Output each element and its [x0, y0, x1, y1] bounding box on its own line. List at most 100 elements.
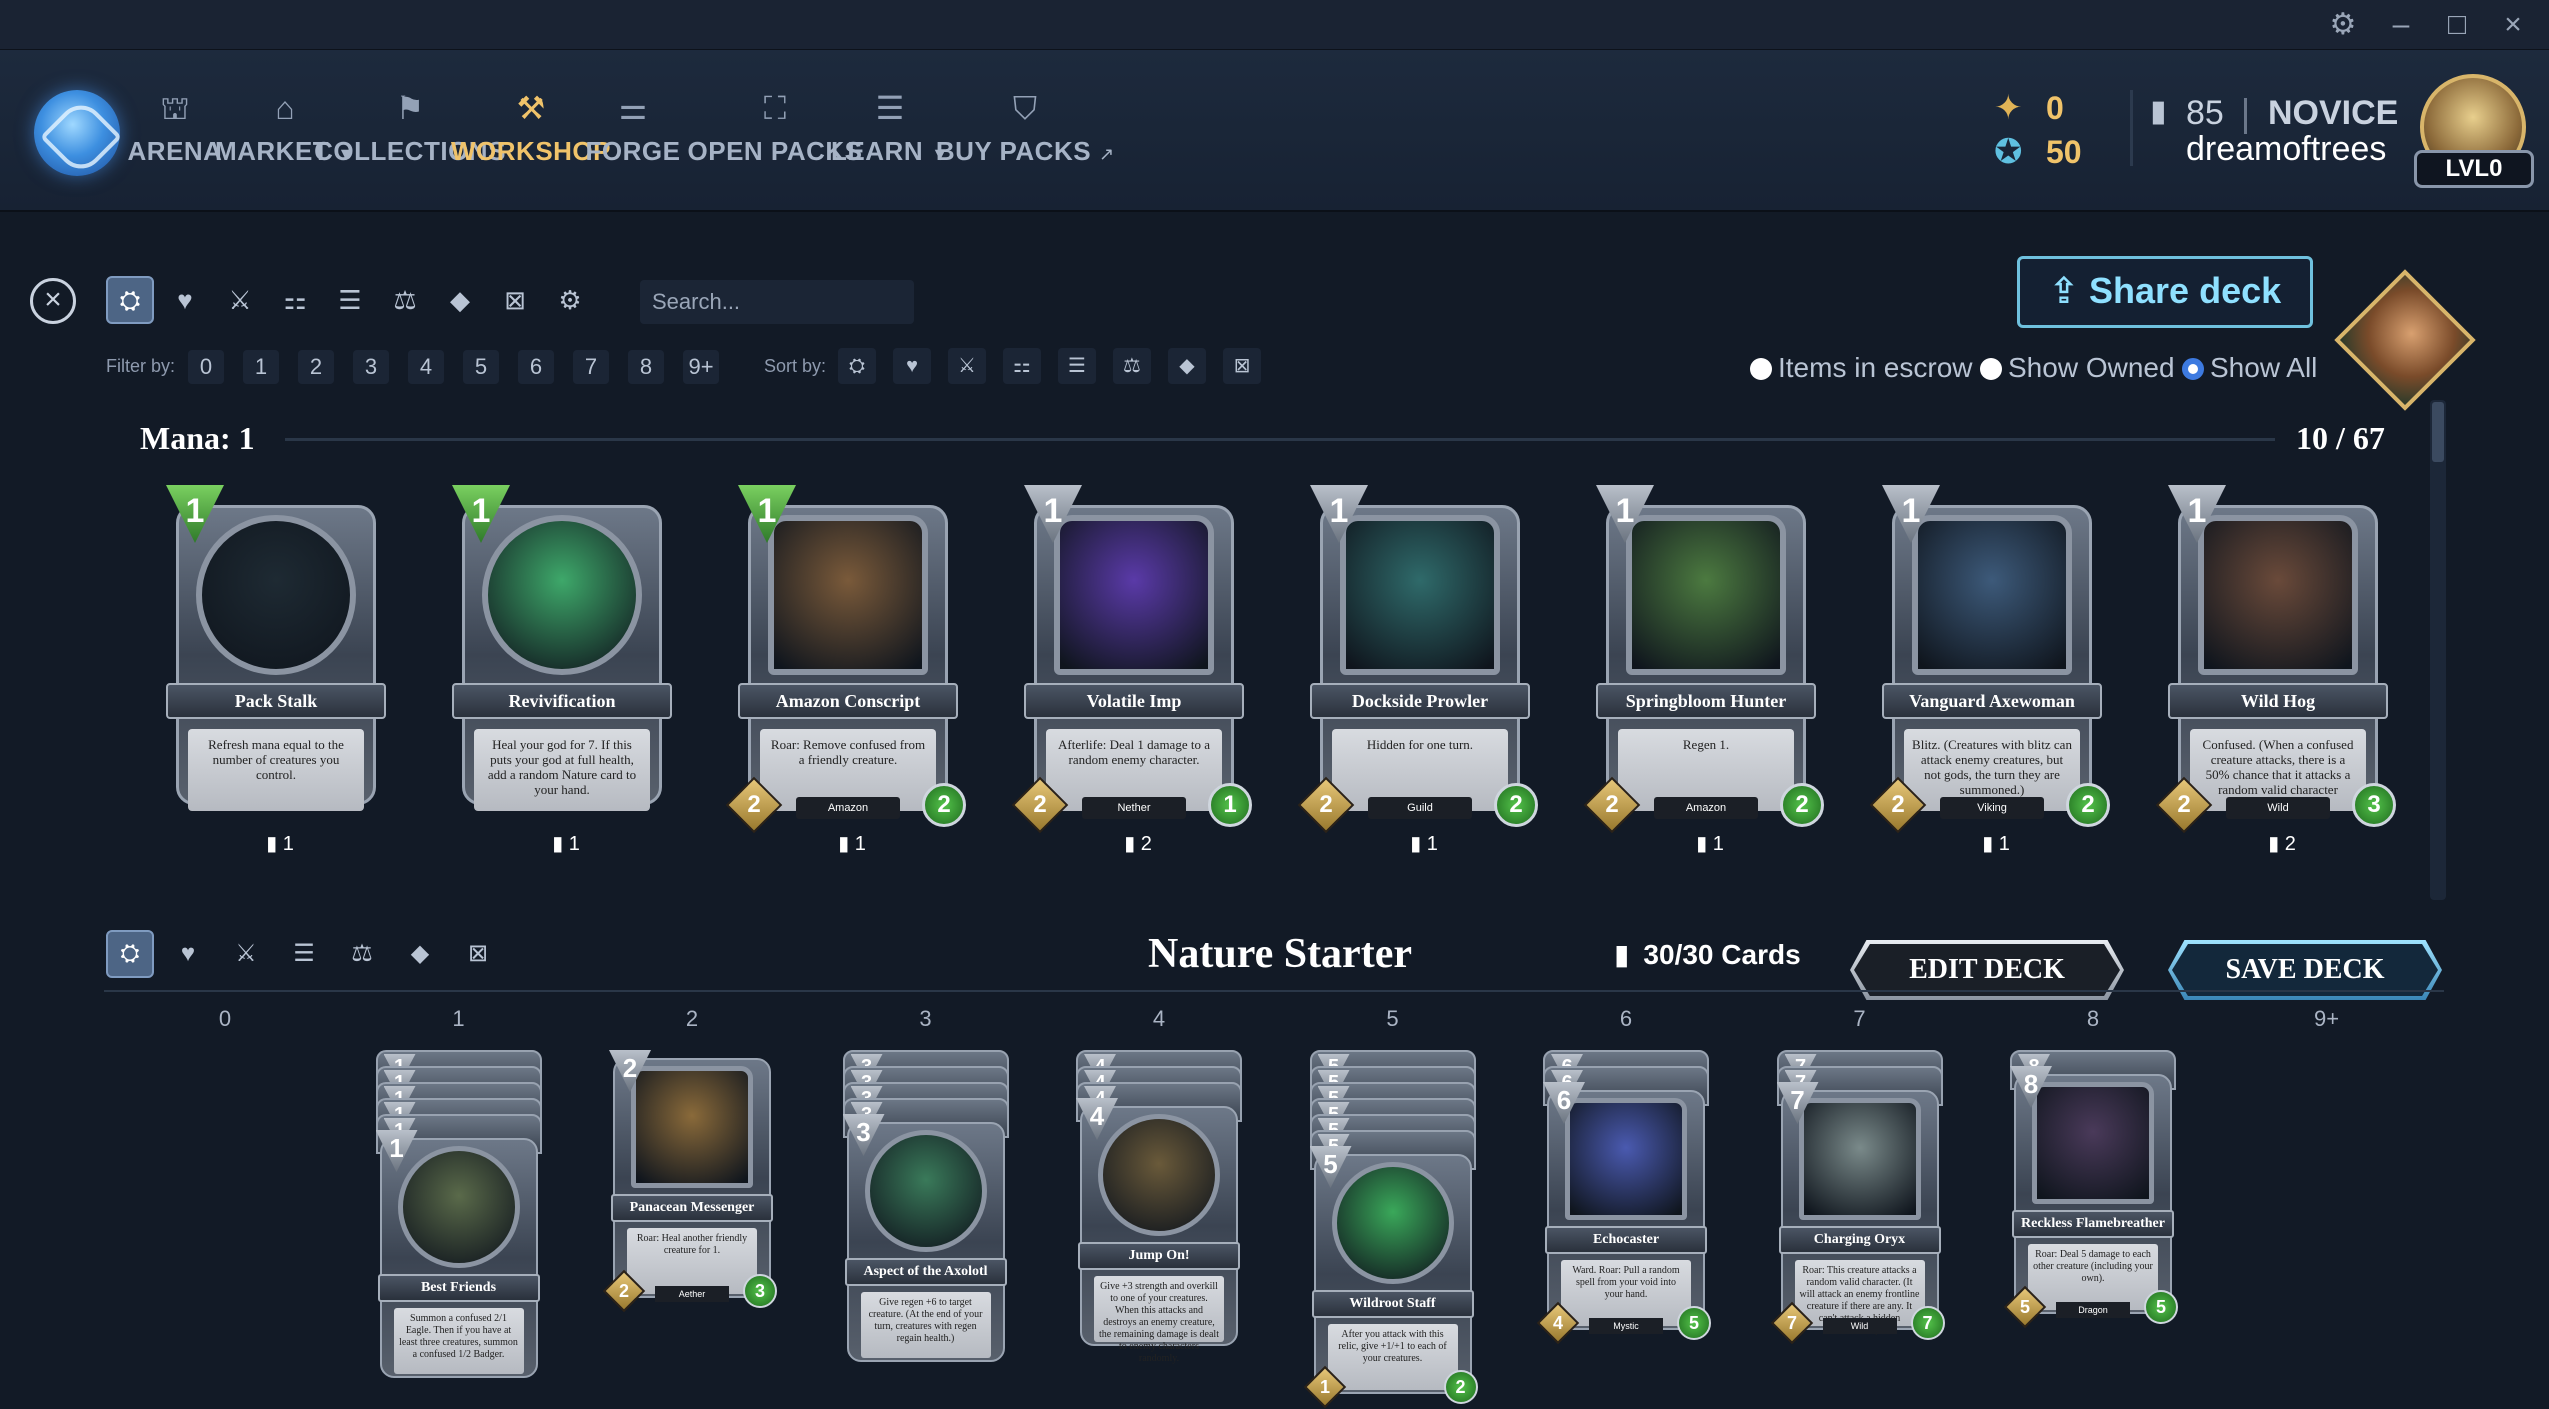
mana-filter-6[interactable]: 6 — [518, 350, 554, 384]
mana-filter-4[interactable]: 4 — [408, 350, 444, 384]
collection-scrollbar[interactable] — [2430, 400, 2446, 900]
share-deck-button[interactable]: ⇪ Share deck — [2017, 256, 2313, 328]
attack-filter-icon[interactable]: ⚔ — [216, 276, 264, 324]
sort-faction-filter-icon[interactable]: ⛭ — [838, 348, 876, 384]
search-input[interactable] — [640, 280, 914, 324]
deck-tribe-tab[interactable]: ⊠ — [454, 930, 502, 978]
main-nav: ⛫ ARENA ⌂ MARKET ▼ ⚑ COLLECTIONS ⚒ WORKSHOP ⚌ FORG… — [0, 50, 2549, 212]
deck-faction-tab[interactable]: ⛭ — [106, 930, 154, 978]
sort-type-filter-icon[interactable]: ☰ — [1058, 348, 1096, 384]
card-name: Springbloom Hunter — [1596, 683, 1816, 719]
mana-filter-0[interactable]: 0 — [188, 350, 224, 384]
close-workshop-button[interactable]: × — [30, 278, 76, 324]
card-text: Ward. Roar: Pull a random spell from you… — [1561, 1260, 1691, 1326]
mana-filter-2[interactable]: 2 — [298, 350, 334, 384]
health-value: 2 — [1795, 791, 1809, 818]
collection-card[interactable]: 1 Revivification Heal your god for 7. If t… — [452, 485, 672, 855]
card-art — [2032, 1082, 2154, 1204]
sort-attack-filter-icon[interactable]: ⚔ — [948, 348, 986, 384]
mana-filter-3[interactable]: 3 — [353, 350, 389, 384]
collection-card[interactable]: 1 Wild Hog Confused. (When a confused crea… — [2155, 485, 2396, 855]
attack-value: 7 — [1786, 1313, 1797, 1333]
radio-dot — [1750, 358, 1772, 380]
deck-card[interactable]: 3 Aspect of the Axolotl Give regen +6 to t… — [842, 1114, 1009, 1364]
collection-card[interactable]: 1 Volatile Imp Afterlife: Deal 1 damage to… — [1011, 485, 1252, 855]
save-deck-label: SAVE DECK — [2172, 944, 2438, 996]
type-filter-icon[interactable]: ☰ — [326, 276, 374, 324]
nav-item-buy-packs[interactable]: ⛉ BUY PACKS ↗ — [910, 90, 1140, 180]
rarity-filter-icon[interactable]: ◆ — [436, 276, 484, 324]
deck-card[interactable]: 5 Wildroot Staff After you attack with thi… — [1303, 1146, 1478, 1409]
deck-card[interactable]: 1 Best Friends Summon a confused 2/1 Eagle… — [375, 1130, 542, 1380]
sort-set-filter-icon[interactable]: ⚏ — [1003, 348, 1041, 384]
deck-type-tab[interactable]: ☰ — [280, 930, 328, 978]
attack-value: 2 — [2177, 791, 2191, 818]
divider — [2130, 90, 2133, 166]
divider — [2244, 98, 2247, 134]
deck-attack-tab[interactable]: ⚔ — [222, 930, 270, 978]
collection-card[interactable]: 1 Vanguard Axewoman Blitz. (Creatures with… — [1869, 485, 2110, 855]
mana-filter-8[interactable]: 8 — [628, 350, 664, 384]
external-link-icon: ↗ — [1099, 144, 1115, 164]
card-count-icon: ▮ — [838, 833, 855, 855]
card-art — [397, 1146, 520, 1268]
health-value: 2 — [1455, 1377, 1466, 1397]
health-gem: 2 — [922, 783, 966, 827]
scrollbar-thumb[interactable] — [2432, 402, 2444, 462]
deck-card[interactable]: 8 Reckless Flamebreather Roar: Deal 5 dama… — [2003, 1066, 2178, 1329]
mana-filter-5[interactable]: 5 — [463, 350, 499, 384]
set-filter-icon[interactable]: ⚏ — [271, 276, 319, 324]
collection-card[interactable]: 1 Dockside Prowler Hidden for one turn. Gui… — [1297, 485, 1538, 855]
mana-column-header: 9+ — [2313, 1006, 2340, 1031]
deck-card[interactable]: 4 Jump On! Give +3 strength and overkill t… — [1076, 1098, 1242, 1364]
mana-filter-7[interactable]: 7 — [573, 350, 609, 384]
deck-card-count: ▮ 30/30 Cards — [1614, 938, 1801, 971]
card-art — [768, 515, 928, 675]
deck-card[interactable]: 7 Charging Oryx Roar: This creature attack… — [1770, 1082, 1945, 1345]
sort-heart-filter-icon[interactable]: ♥ — [893, 348, 931, 384]
mana-filter-9+[interactable]: 9+ — [683, 350, 719, 384]
health-value: 2 — [937, 791, 951, 818]
attack-value: 1 — [1319, 1377, 1330, 1397]
collection-card[interactable]: 1 Pack Stalk Refresh mana equal to the num… — [166, 485, 386, 855]
deck-rarity-tab[interactable]: ◆ — [396, 930, 444, 978]
deck-card[interactable]: 2 Panacean Messenger Roar: Heal another fr… — [602, 1050, 777, 1313]
radio-items-in-escrow[interactable]: Items in escrow — [1750, 352, 1973, 384]
card-count-icon: ▮ — [1982, 833, 1999, 855]
card-art — [1054, 515, 1214, 675]
sort-rarity-filter-icon[interactable]: ◆ — [1168, 348, 1206, 384]
profile-card-count: 85 — [2186, 94, 2224, 132]
deck-balance-tab[interactable]: ⚖ — [338, 930, 386, 978]
settings-filter-icon[interactable]: ⚙ — [546, 276, 594, 324]
gear-icon[interactable]: ⚙ — [2322, 6, 2364, 44]
owned-value: 1 — [854, 833, 866, 855]
balance-filter-icon[interactable]: ⚖ — [381, 276, 429, 324]
attack-value: 4 — [1552, 1313, 1563, 1333]
market-icon: ⌂ — [275, 90, 295, 126]
maximize-icon[interactable]: □ — [2436, 6, 2478, 44]
sort-tribe-filter-icon[interactable]: ⊠ — [1223, 348, 1261, 384]
card-tribe: Amazon — [1654, 797, 1758, 819]
collection-card[interactable]: 1 Amazon Conscript Roar: Remove confused f… — [725, 485, 966, 855]
deck-heart-tab[interactable]: ♥ — [164, 930, 212, 978]
deck-count-label: 30/30 Cards — [1643, 939, 1801, 970]
sort-balance-filter-icon[interactable]: ⚖ — [1113, 348, 1151, 384]
owned-count: ▮ 1 — [822, 831, 882, 856]
radio-show-owned[interactable]: Show Owned — [1980, 352, 2175, 384]
radio-show-all[interactable]: Show All — [2182, 352, 2317, 384]
deck-god-portrait[interactable] — [2334, 269, 2476, 411]
collection-card[interactable]: 1 Springbloom Hunter Regen 1. Amazon 2 2 ▮ 1 — [1583, 485, 1824, 855]
radio-label: Show All — [2210, 352, 2318, 383]
faction-filter-icon[interactable]: ⛭ — [106, 276, 154, 324]
owned-value: 1 — [1712, 833, 1724, 855]
minimize-icon[interactable]: – — [2380, 6, 2422, 44]
owned-count: ▮ 2 — [2252, 831, 2312, 856]
tribe-filter-icon[interactable]: ⊠ — [491, 276, 539, 324]
heart-filter-icon[interactable]: ♥ — [161, 276, 209, 324]
mana-filter-1[interactable]: 1 — [243, 350, 279, 384]
star-icon: ✪ — [1994, 133, 2023, 171]
deck-card[interactable]: 6 Echocaster Ward. Roar: Pull a random spe… — [1536, 1082, 1711, 1345]
close-icon[interactable]: × — [2492, 6, 2534, 44]
star-count: 50 — [2046, 134, 2082, 170]
radio-dot — [1980, 358, 2002, 380]
